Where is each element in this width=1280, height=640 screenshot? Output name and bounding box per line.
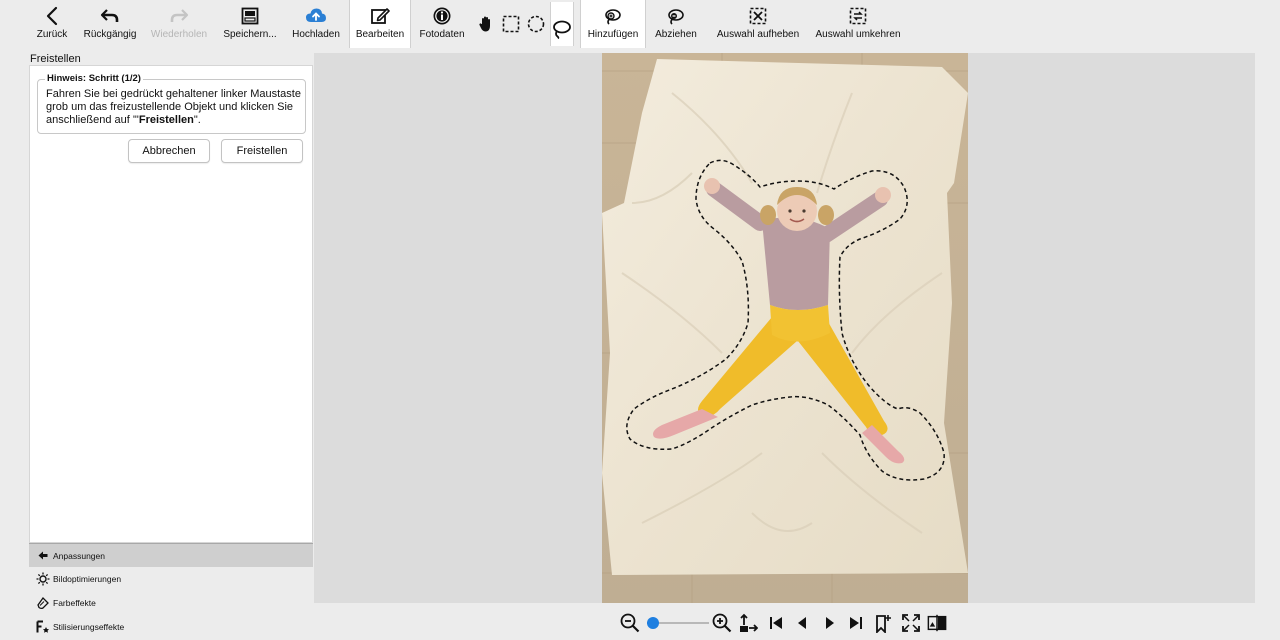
subtract-selection-label: Abziehen — [655, 29, 697, 40]
undo-label: Rückgängig — [83, 29, 137, 40]
image-canvas[interactable] — [314, 53, 1255, 603]
hint-legend: Hinweis: Schritt (1/2) — [45, 73, 143, 84]
redo-button[interactable]: Wiederholen — [150, 0, 208, 46]
arrow-left-icon — [35, 551, 51, 560]
hint-text-bold: Freistellen — [138, 114, 194, 126]
compare-button[interactable] — [927, 613, 947, 633]
crop-button[interactable]: Freistellen — [221, 139, 303, 163]
add-selection-button[interactable]: Hinzufügen — [580, 0, 646, 48]
photo[interactable] — [602, 53, 968, 603]
section-label: Bildoptimierungen — [53, 574, 122, 584]
cancel-button[interactable]: Abbrechen — [128, 139, 210, 163]
palette-icon — [35, 596, 51, 610]
hand-icon — [479, 16, 490, 32]
deselect-icon — [749, 6, 767, 26]
save-icon — [241, 6, 259, 26]
zoom-out-button[interactable] — [620, 613, 640, 633]
fullscreen-button[interactable] — [901, 613, 921, 633]
next-image-button[interactable] — [820, 613, 840, 633]
skip-first-icon — [770, 617, 782, 629]
add-selection-label: Hinzufügen — [587, 29, 639, 40]
sun-icon — [35, 572, 51, 586]
save-label: Speichern... — [223, 29, 277, 40]
previous-icon — [798, 617, 806, 629]
section-image-optimizations[interactable]: Bildoptimierungen — [29, 567, 313, 591]
hint-box: Hinweis: Schritt (1/2) Fahren Sie bei ge… — [37, 73, 306, 134]
upload-label: Hochladen — [292, 29, 340, 40]
fullscreen-icon — [902, 614, 920, 632]
edit-button[interactable]: Bearbeiten — [349, 0, 411, 48]
fx-icon — [35, 620, 51, 634]
undo-button[interactable]: Rückgängig — [82, 0, 138, 46]
toolbar: Zurück Rückgängig Wiederholen Speichern.… — [0, 0, 1280, 48]
back-label: Zurück — [36, 29, 68, 40]
info-icon — [432, 6, 452, 26]
redo-icon — [169, 6, 189, 26]
section-stylization-effects[interactable]: Stilisierungseffekte — [29, 615, 313, 639]
previous-image-button[interactable] — [792, 613, 812, 633]
hint-text-end: ". — [193, 114, 201, 126]
hint-text: Fahren Sie bei gedrückt gehaltener linke… — [46, 88, 302, 127]
section-color-effects[interactable]: Farbeffekte — [29, 591, 313, 615]
photo-image — [602, 53, 968, 603]
ellipse-select-tool[interactable] — [525, 12, 547, 36]
section-label: Stilisierungseffekte — [53, 622, 125, 632]
zoom-slider-thumb[interactable] — [647, 617, 660, 629]
section-label: Anpassungen — [53, 550, 105, 561]
skip-last-icon — [850, 617, 862, 629]
compare-icon — [927, 614, 947, 632]
invert-selection-label: Auswahl umkehren — [815, 29, 901, 40]
invert-selection-button[interactable]: Auswahl umkehren — [815, 0, 901, 46]
section-label: Farbeffekte — [53, 598, 96, 608]
fit-size-icon — [740, 613, 758, 632]
redo-label: Wiederholen — [150, 29, 208, 40]
edit-icon — [370, 6, 390, 26]
last-image-button[interactable] — [846, 613, 866, 633]
upload-button[interactable]: Hochladen — [290, 0, 342, 46]
invert-selection-icon — [849, 6, 867, 26]
lasso-subtract-icon — [666, 6, 686, 26]
zoom-bar — [314, 603, 1255, 640]
chevron-left-icon — [45, 6, 59, 26]
rect-select-tool[interactable] — [500, 12, 522, 36]
ellipse-select-icon — [527, 15, 545, 33]
crop-panel: Hinweis: Schritt (1/2) Fahren Sie bei ge… — [29, 65, 313, 543]
lasso-tool[interactable] — [550, 2, 574, 46]
rect-select-icon — [502, 15, 520, 33]
subtract-selection-button[interactable]: Abziehen — [652, 0, 700, 46]
photodata-button[interactable]: Fotodaten — [416, 0, 468, 46]
next-icon — [826, 617, 834, 629]
zoom-in-icon — [712, 613, 732, 633]
undo-icon — [100, 6, 120, 26]
cloud-upload-icon — [305, 6, 327, 26]
effects-list: Anpassungen Bildoptimierungen Farbeffekt… — [29, 543, 313, 640]
section-adjustments[interactable]: Anpassungen — [29, 543, 313, 567]
bookmark-add-icon — [876, 615, 891, 633]
zoom-out-icon — [620, 613, 640, 633]
panel-title: Freistellen — [30, 53, 81, 65]
hand-tool[interactable] — [475, 12, 497, 36]
fit-size-button[interactable] — [738, 613, 758, 633]
deselect-label: Auswahl aufheben — [716, 29, 800, 40]
photodata-label: Fotodaten — [419, 29, 465, 40]
edit-label: Bearbeiten — [355, 29, 405, 40]
lasso-add-icon — [603, 6, 623, 26]
save-button[interactable]: Speichern... — [222, 0, 278, 46]
bookmark-button[interactable] — [874, 613, 894, 633]
zoom-in-button[interactable] — [712, 613, 732, 633]
deselect-button[interactable]: Auswahl aufheben — [716, 0, 800, 46]
lasso-icon — [553, 20, 571, 39]
back-button[interactable]: Zurück — [32, 0, 72, 46]
first-image-button[interactable] — [766, 613, 786, 633]
